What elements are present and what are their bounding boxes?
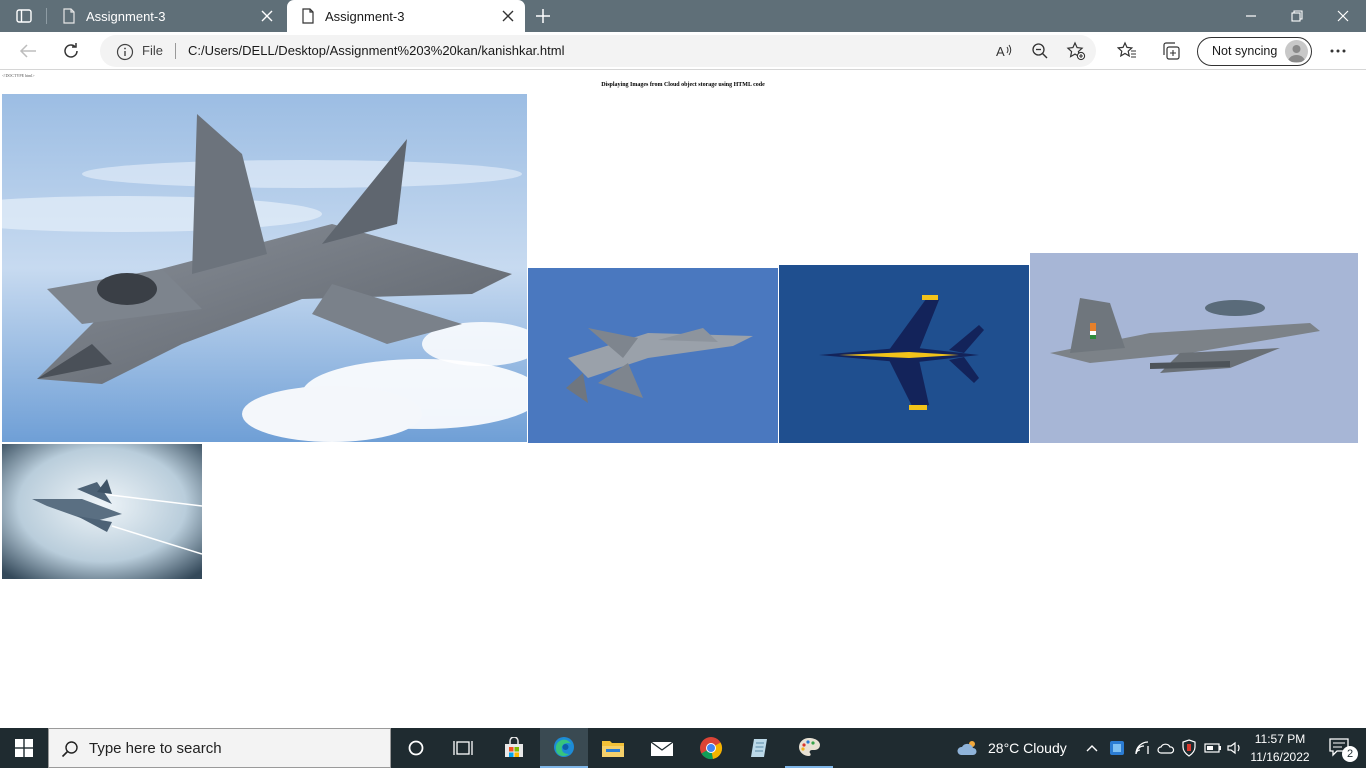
- file-explorer-button[interactable]: [589, 728, 637, 768]
- zoom-out-icon[interactable]: [1030, 41, 1050, 61]
- notepad-icon: [751, 739, 767, 757]
- close-window-button[interactable]: [1320, 0, 1366, 32]
- clock-time: 11:57 PM: [1254, 732, 1306, 746]
- restore-icon: [1291, 10, 1303, 22]
- svg-text:A: A: [996, 44, 1005, 59]
- tab-title: Assignment-3: [86, 8, 166, 24]
- notes-app-button[interactable]: [736, 728, 784, 768]
- address-bar[interactable]: File C:/Users/DELL/Desktop/Assignment%20…: [100, 35, 1096, 67]
- chrome-app-button[interactable]: [687, 728, 735, 768]
- new-tab-button[interactable]: [532, 5, 554, 27]
- windows-logo-icon: [15, 739, 33, 757]
- address-separator: [175, 43, 176, 59]
- add-favorite-icon[interactable]: [1066, 41, 1086, 61]
- tab-strip: Assignment-3 Assignment-3: [0, 0, 1366, 32]
- tab-divider: [46, 8, 47, 24]
- scheme-label: File: [142, 43, 163, 58]
- chrome-browser-icon: [700, 737, 723, 760]
- tab-active[interactable]: Assignment-3: [287, 0, 525, 32]
- restore-button[interactable]: [1274, 0, 1320, 32]
- minimize-icon: [1246, 15, 1256, 17]
- windows-taskbar: Type here to search 28°C Cloudy 11:57 PM…: [0, 728, 1366, 768]
- paint-app-button[interactable]: [785, 728, 833, 768]
- more-dots-icon: [1330, 49, 1346, 53]
- cloud-sync-icon[interactable]: [1155, 728, 1177, 768]
- profile-button[interactable]: Not syncing: [1197, 37, 1312, 66]
- paint-palette-icon: [799, 738, 820, 756]
- clock[interactable]: 11:57 PM 11/16/2022: [1246, 730, 1314, 766]
- doctype-text: <!DOCTYPE html>: [2, 73, 35, 78]
- mail-envelope-icon: [650, 741, 674, 756]
- collections-icon: [1163, 42, 1180, 60]
- tab-title: Assignment-3: [325, 8, 405, 24]
- url-text[interactable]: C:/Users/DELL/Desktop/Assignment%203%20k…: [188, 43, 564, 58]
- cortana-circle-icon: [408, 740, 424, 756]
- network-icon[interactable]: [1132, 728, 1154, 768]
- plus-icon: [536, 9, 550, 23]
- back-arrow-icon: [19, 44, 36, 58]
- store-app-button[interactable]: [490, 728, 538, 768]
- tab-inactive[interactable]: Assignment-3: [48, 0, 284, 32]
- refresh-button[interactable]: [56, 36, 86, 66]
- collections-button[interactable]: [1156, 36, 1186, 66]
- favorites-button[interactable]: [1112, 36, 1142, 66]
- weather-cloud-icon[interactable]: [955, 728, 981, 768]
- refresh-icon: [64, 43, 78, 58]
- weather-text[interactable]: 28°C Cloudy: [988, 740, 1067, 756]
- clock-date: 11/16/2022: [1250, 750, 1310, 764]
- edge-app-button[interactable]: [540, 728, 588, 768]
- profile-sync-label: Not syncing: [1212, 44, 1278, 58]
- security-shield-icon[interactable]: [1178, 728, 1200, 768]
- back-button[interactable]: [13, 36, 43, 66]
- close-tab-icon[interactable]: [260, 9, 274, 23]
- volume-icon[interactable]: [1224, 728, 1246, 768]
- tejas-trainer-image: [1030, 253, 1358, 443]
- favorites-star-icon: [1117, 41, 1136, 58]
- microsoft-store-icon: [505, 737, 523, 757]
- info-icon[interactable]: [116, 43, 134, 61]
- f22-raptor-over-clouds-image: [2, 94, 527, 442]
- notification-count-badge: 2: [1342, 746, 1358, 762]
- settings-more-button[interactable]: [1323, 36, 1353, 66]
- minimize-button[interactable]: [1228, 0, 1274, 32]
- document-icon: [63, 8, 75, 24]
- chevron-up-icon[interactable]: [1083, 728, 1101, 768]
- close-icon: [1337, 10, 1349, 22]
- read-aloud-icon[interactable]: A: [994, 41, 1014, 61]
- edge-browser-icon: [554, 737, 574, 757]
- browser-toolbar: File C:/Users/DELL/Desktop/Assignment%20…: [0, 32, 1366, 70]
- task-view-button[interactable]: [441, 728, 485, 768]
- f22-blue-sky-image: [528, 268, 778, 443]
- start-button[interactable]: [0, 728, 48, 768]
- document-icon: [302, 8, 314, 24]
- search-icon: [61, 741, 78, 758]
- cortana-button[interactable]: [394, 728, 438, 768]
- folder-icon: [602, 741, 624, 757]
- avatar: [1285, 40, 1308, 63]
- web-page: <!DOCTYPE html> Displaying Images from C…: [0, 71, 1366, 728]
- taskbar-search-box[interactable]: Type here to search: [48, 728, 391, 768]
- close-tab-icon[interactable]: [501, 9, 515, 23]
- tray-app-icon[interactable]: [1107, 728, 1127, 768]
- task-view-icon: [453, 741, 473, 755]
- page-heading: Displaying Images from Cloud object stor…: [601, 82, 765, 88]
- blue-angels-hornet-image: [779, 265, 1029, 443]
- battery-icon[interactable]: [1202, 728, 1224, 768]
- tab-actions-icon[interactable]: [10, 6, 38, 26]
- notification-center-button[interactable]: 2: [1320, 728, 1360, 768]
- search-placeholder: Type here to search: [89, 740, 222, 757]
- f15-misty-image: [2, 444, 202, 579]
- mail-app-button[interactable]: [638, 728, 686, 768]
